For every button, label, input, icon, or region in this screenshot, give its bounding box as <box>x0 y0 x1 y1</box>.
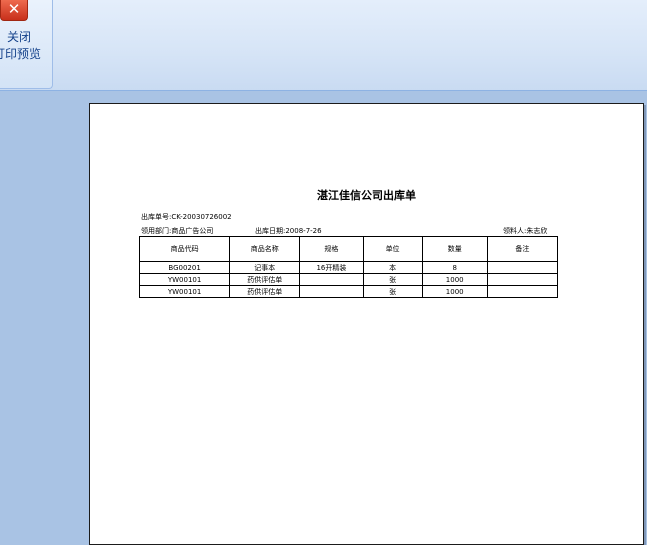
table-cell <box>299 285 364 298</box>
table-cell: 本 <box>362 261 423 274</box>
close-icon: ✕ <box>0 0 28 21</box>
table-cell <box>486 261 559 274</box>
close-label-line2: 打印预览 <box>0 47 41 61</box>
close-label-line1: 关闭 <box>6 30 31 44</box>
department: 领用部门:商品广告公司 <box>141 227 214 235</box>
column-header: 数量 <box>421 236 488 262</box>
table-cell <box>486 273 559 286</box>
table-cell <box>486 285 559 298</box>
table-cell <box>299 273 364 286</box>
order-number: 出库单号:CK-20030726002 <box>141 213 232 221</box>
items-table: 商品代码 商品名称 规格 单位 数量 备注 BG00201 记事本 16开精装 … <box>138 236 559 298</box>
table-cell: 张 <box>362 273 423 286</box>
close-print-preview-button[interactable]: ✕ 关闭 打印预览 <box>0 0 52 70</box>
table-header-row: 商品代码 商品名称 规格 单位 数量 备注 <box>138 236 559 262</box>
table-cell: 药供评估单 <box>229 273 301 286</box>
table-cell: 1000 <box>421 285 488 298</box>
table-cell: 药供评估单 <box>229 285 301 298</box>
table-cell: BG00201 <box>138 261 231 274</box>
table-row: YW00101 药供评估单 张 1000 <box>138 285 559 298</box>
table-cell: 记事本 <box>229 261 301 274</box>
table-cell: YW00101 <box>138 285 231 298</box>
table-cell: 张 <box>362 285 423 298</box>
document-title: 湛江佳信公司出库单 <box>317 189 416 202</box>
issue-date: 出库日期:2008-7-26 <box>255 227 322 235</box>
ribbon-toolbar: ✕ 关闭 打印预览 <box>0 0 647 91</box>
table-row: YW00101 药供评估单 张 1000 <box>138 273 559 286</box>
table-cell: YW00101 <box>138 273 231 286</box>
table-cell: 16开精装 <box>299 261 364 274</box>
ribbon-group-close: ✕ 关闭 打印预览 <box>0 0 53 89</box>
table-cell: 8 <box>421 261 488 274</box>
column-header: 商品代码 <box>138 236 231 262</box>
column-header: 备注 <box>486 236 559 262</box>
column-header: 商品名称 <box>229 236 301 262</box>
preview-page: 湛江佳信公司出库单 出库单号:CK-20030726002 领用部门:商品广告公… <box>89 103 644 545</box>
table-cell: 1000 <box>421 273 488 286</box>
receiver: 领料人:朱志欣 <box>503 227 548 235</box>
column-header: 单位 <box>362 236 423 262</box>
column-header: 规格 <box>299 236 364 262</box>
table-row: BG00201 记事本 16开精装 本 8 <box>138 261 559 274</box>
